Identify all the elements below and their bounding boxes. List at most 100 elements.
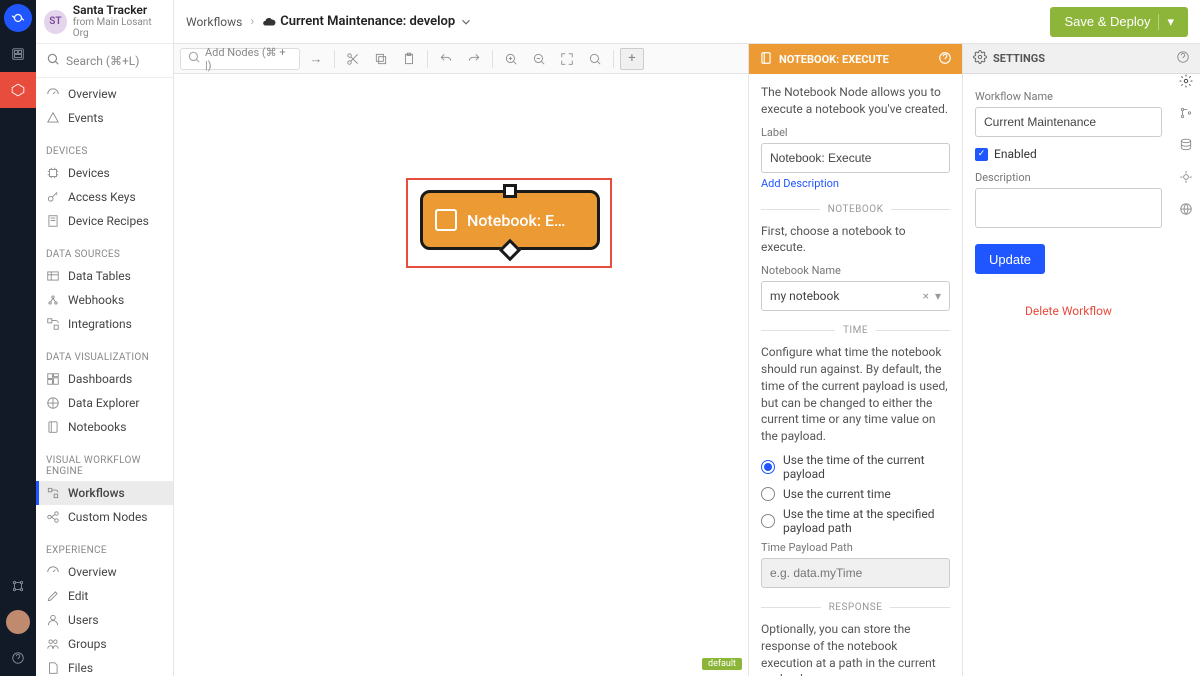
sidebar-exp-edit[interactable]: Edit [36, 584, 173, 608]
time-opt-current[interactable]: Use the current time [761, 487, 950, 501]
tb-zoom-out-icon[interactable] [527, 48, 551, 70]
tb-zoom-fit-icon[interactable] [583, 48, 607, 70]
properties-header: Notebook: Execute [749, 44, 962, 74]
rail-apps-icon[interactable] [0, 72, 36, 108]
rail-help-icon[interactable] [0, 640, 36, 676]
sidebar-exp-overview[interactable]: Overview [36, 560, 173, 584]
search-placeholder: Search (⌘+L) [66, 54, 139, 68]
sidebar-integrations[interactable]: Integrations [36, 312, 173, 336]
group-dataviz-title: Data Visualization [36, 344, 173, 367]
workflow-canvas[interactable]: Notebook: E… default [174, 74, 748, 676]
breadcrumb-sep: › [250, 14, 254, 29]
enabled-checkbox-row[interactable]: ✓ Enabled [975, 147, 1162, 161]
add-nodes-input[interactable]: Add Nodes (⌘ + |) [180, 48, 300, 70]
workflow-name-input[interactable] [975, 107, 1162, 137]
sidebar-notebooks[interactable]: Notebooks [36, 415, 173, 439]
notebook-name-label: Notebook Name [761, 264, 950, 277]
dashboard-icon [46, 372, 60, 386]
save-deploy-button[interactable]: Save & Deploy ▾ [1050, 7, 1188, 37]
props-intro: The Notebook Node allows you to execute … [761, 84, 950, 118]
rail-graph-icon[interactable] [0, 568, 36, 604]
update-button[interactable]: Update [975, 244, 1045, 274]
settings-tab-storage-icon[interactable] [1179, 138, 1193, 156]
sidebar-dashboards[interactable]: Dashboards [36, 367, 173, 391]
group-datasources-title: Data Sources [36, 241, 173, 264]
user-avatar[interactable] [6, 610, 30, 634]
tb-add-icon[interactable]: + [620, 48, 644, 70]
tb-zoom-in-icon[interactable] [499, 48, 523, 70]
response-intro: Optionally, you can store the response o… [761, 621, 950, 676]
checkbox-icon: ✓ [975, 148, 988, 161]
settings-tab-gear-icon[interactable] [1179, 74, 1193, 92]
breadcrumb-root[interactable]: Workflows [186, 15, 242, 29]
sidebar: ST Santa Tracker from Main Losant Org Se… [36, 0, 174, 676]
description-label: Description [975, 171, 1162, 184]
notebook-icon [435, 209, 457, 231]
tb-paste-icon[interactable] [397, 48, 421, 70]
settings-tab-versions-icon[interactable] [1179, 106, 1193, 124]
sidebar-overview[interactable]: Overview [36, 82, 173, 106]
sidebar-access-keys[interactable]: Access Keys [36, 185, 173, 209]
description-input[interactable] [975, 188, 1162, 228]
breadcrumb-current[interactable]: Current Maintenance: develop [262, 14, 473, 29]
radio-icon [761, 487, 775, 501]
group-icon [46, 637, 60, 651]
sidebar-devices[interactable]: Devices [36, 161, 173, 185]
tb-arrow-icon[interactable]: → [304, 48, 328, 70]
help-icon[interactable] [938, 51, 952, 68]
tb-copy-icon[interactable] [369, 48, 393, 70]
node-input-port[interactable] [503, 184, 517, 198]
sidebar-workflows[interactable]: Workflows [36, 481, 173, 505]
sidebar-device-recipes[interactable]: Device Recipes [36, 209, 173, 233]
workflow-icon [46, 486, 60, 500]
user-icon [46, 613, 60, 627]
notebook-select[interactable]: my notebook × ▾ [761, 281, 950, 311]
notebook-intro: First, choose a notebook to execute. [761, 223, 950, 257]
sidebar-exp-groups[interactable]: Groups [36, 632, 173, 656]
tb-cut-icon[interactable] [341, 48, 365, 70]
logo-icon[interactable] [4, 4, 32, 32]
radio-icon [761, 460, 775, 474]
top-bar: Workflows › Current Maintenance: develop… [174, 0, 1200, 44]
pencil-icon [46, 589, 60, 603]
sidebar-webhooks[interactable]: Webhooks [36, 288, 173, 312]
gauge-icon [46, 565, 60, 579]
gear-icon [973, 50, 987, 67]
notebook-icon [759, 51, 773, 68]
time-opt-path[interactable]: Use the time at the specified payload pa… [761, 507, 950, 535]
tb-redo-icon[interactable] [462, 48, 486, 70]
tb-expand-icon[interactable] [555, 48, 579, 70]
add-description-link[interactable]: Add Description [761, 177, 839, 190]
recipe-icon [46, 214, 60, 228]
rail-dashboard-icon[interactable] [0, 36, 36, 72]
app-name: Santa Tracker [73, 4, 165, 17]
sidebar-header[interactable]: ST Santa Tracker from Main Losant Org [36, 0, 173, 44]
sidebar-exp-files[interactable]: Files [36, 656, 173, 676]
properties-panel: Notebook: Execute The Notebook Node allo… [748, 44, 962, 676]
sidebar-data-tables[interactable]: Data Tables [36, 264, 173, 288]
time-path-label: Time Payload Path [761, 541, 950, 554]
settings-tab-globals-icon[interactable] [1179, 170, 1193, 188]
sidebar-search[interactable]: Search (⌘+L) [36, 44, 173, 78]
integrations-icon [46, 317, 60, 331]
sidebar-events[interactable]: Events [36, 106, 173, 130]
clear-icon[interactable]: × [923, 289, 929, 303]
delete-workflow-link[interactable]: Delete Workflow [975, 304, 1162, 318]
settings-header: Settings [963, 44, 1200, 74]
cloud-icon [262, 15, 276, 29]
gauge-icon [46, 87, 60, 101]
nodes-icon [46, 510, 60, 524]
sidebar-data-explorer[interactable]: Data Explorer [36, 391, 173, 415]
settings-tab-globe-icon[interactable] [1179, 202, 1193, 220]
sidebar-custom-nodes[interactable]: Custom Nodes [36, 505, 173, 529]
group-experience-title: Experience [36, 537, 173, 560]
help-icon[interactable] [1176, 50, 1190, 67]
webhook-icon [46, 293, 60, 307]
node-output-port[interactable] [499, 239, 522, 262]
time-opt-payload[interactable]: Use the time of the current payload [761, 453, 950, 481]
notebook-execute-node[interactable]: Notebook: E… [420, 190, 600, 250]
sidebar-exp-users[interactable]: Users [36, 608, 173, 632]
chevron-down-icon [459, 15, 473, 29]
tb-undo-icon[interactable] [434, 48, 458, 70]
label-input[interactable] [761, 143, 950, 173]
